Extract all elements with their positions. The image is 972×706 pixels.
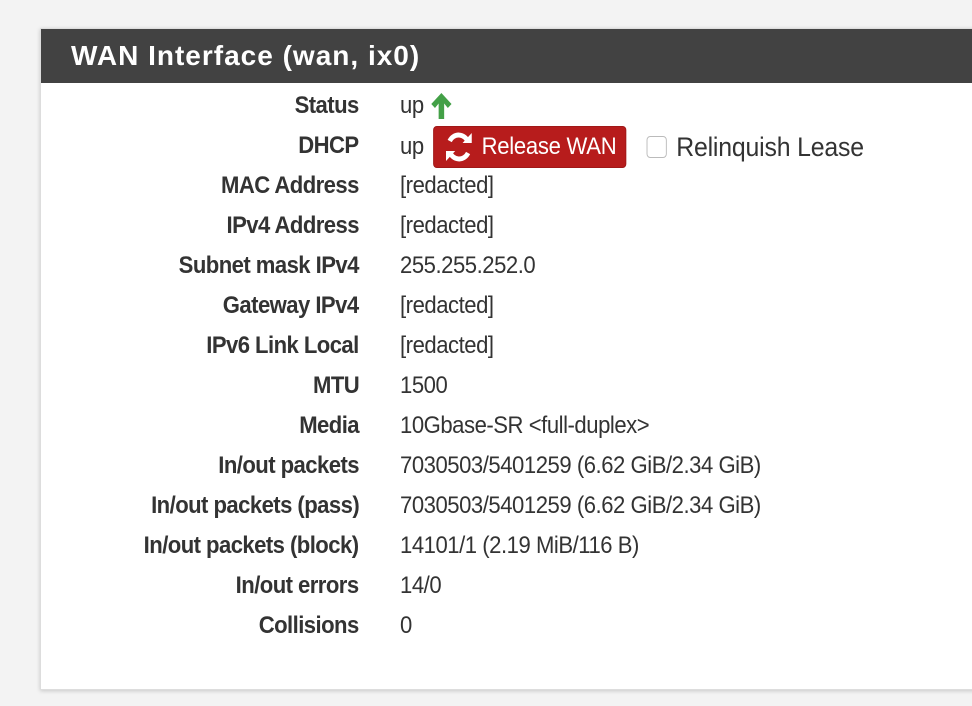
row-mtu: MTU 1500	[41, 366, 972, 406]
row-media: Media 10Gbase-SR <full-duplex>	[41, 406, 972, 446]
arrow-up-icon	[431, 93, 452, 119]
row-value: [redacted]	[400, 292, 494, 319]
row-value: 10Gbase-SR <full-duplex>	[400, 412, 650, 439]
row-value: [redacted]	[400, 212, 494, 239]
panel-title: WAN Interface (wan, ix0)	[71, 40, 421, 71]
row-dhcp: DHCP up Release WAN Relinquish Lease	[41, 126, 972, 168]
row-gateway-ipv4: Gateway IPv4 [redacted]	[41, 286, 972, 326]
row-collisions: Collisions 0	[41, 606, 972, 646]
row-ipv4-address: IPv4 Address [redacted]	[41, 206, 972, 246]
panel-heading: WAN Interface (wan, ix0)	[41, 29, 972, 83]
row-label: Status	[294, 92, 360, 119]
row-label: Subnet mask IPv4	[178, 252, 360, 279]
row-subnet-mask: Subnet mask IPv4 255.255.252.0	[41, 246, 972, 286]
row-value: 1500	[400, 372, 448, 399]
row-inout-errors: In/out errors 14/0	[41, 566, 972, 606]
row-value: 14101/1 (2.19 MiB/116 B)	[400, 532, 639, 559]
row-inout-packets: In/out packets 7030503/5401259 (6.62 GiB…	[41, 446, 972, 486]
row-value: [redacted]	[400, 332, 494, 359]
relinquish-lease-option[interactable]: Relinquish Lease	[646, 127, 864, 167]
row-label: Gateway IPv4	[223, 292, 359, 319]
row-value: 14/0	[400, 572, 442, 599]
row-label: In/out packets	[218, 452, 359, 479]
relinquish-lease-label: Relinquish Lease	[676, 132, 864, 162]
row-value: up Release WAN Relinquish Lease	[400, 126, 864, 168]
row-value: 7030503/5401259 (6.62 GiB/2.34 GiB)	[400, 492, 761, 519]
row-mac-address: MAC Address [redacted]	[41, 166, 972, 206]
row-inout-packets-pass: In/out packets (pass) 7030503/5401259 (6…	[41, 486, 972, 526]
row-ipv6-link-local: IPv6 Link Local [redacted]	[41, 326, 972, 366]
row-value: [redacted]	[400, 172, 494, 199]
row-label: MTU	[312, 372, 360, 399]
row-label: In/out packets (pass)	[150, 492, 360, 519]
wan-interface-panel: WAN Interface (wan, ix0) Status up DHCP …	[40, 28, 972, 690]
row-label: Media	[299, 412, 359, 439]
row-label: MAC Address	[221, 172, 359, 199]
row-value: 7030503/5401259 (6.62 GiB/2.34 GiB)	[400, 452, 761, 479]
status-text: up	[400, 92, 424, 119]
row-value: 255.255.252.0	[400, 252, 536, 279]
row-label: Collisions	[259, 612, 360, 639]
interface-details: Status up DHCP up Release WAN Relinquish…	[41, 86, 972, 646]
row-label: In/out packets (block)	[144, 532, 359, 559]
release-wan-label: Release WAN	[481, 133, 617, 160]
row-label: In/out errors	[236, 572, 359, 599]
row-label: DHCP	[298, 132, 360, 159]
row-label: IPv6 Link Local	[206, 332, 360, 359]
row-value: up	[400, 86, 453, 126]
relinquish-lease-checkbox[interactable]	[646, 136, 668, 158]
row-status: Status up	[41, 86, 972, 126]
row-inout-packets-block: In/out packets (block) 14101/1 (2.19 MiB…	[41, 526, 972, 566]
release-wan-button[interactable]: Release WAN	[432, 126, 627, 168]
refresh-icon	[445, 132, 472, 162]
row-value: 0	[400, 612, 412, 639]
dhcp-status-text: up	[400, 133, 424, 160]
row-label: IPv4 Address	[226, 212, 360, 239]
